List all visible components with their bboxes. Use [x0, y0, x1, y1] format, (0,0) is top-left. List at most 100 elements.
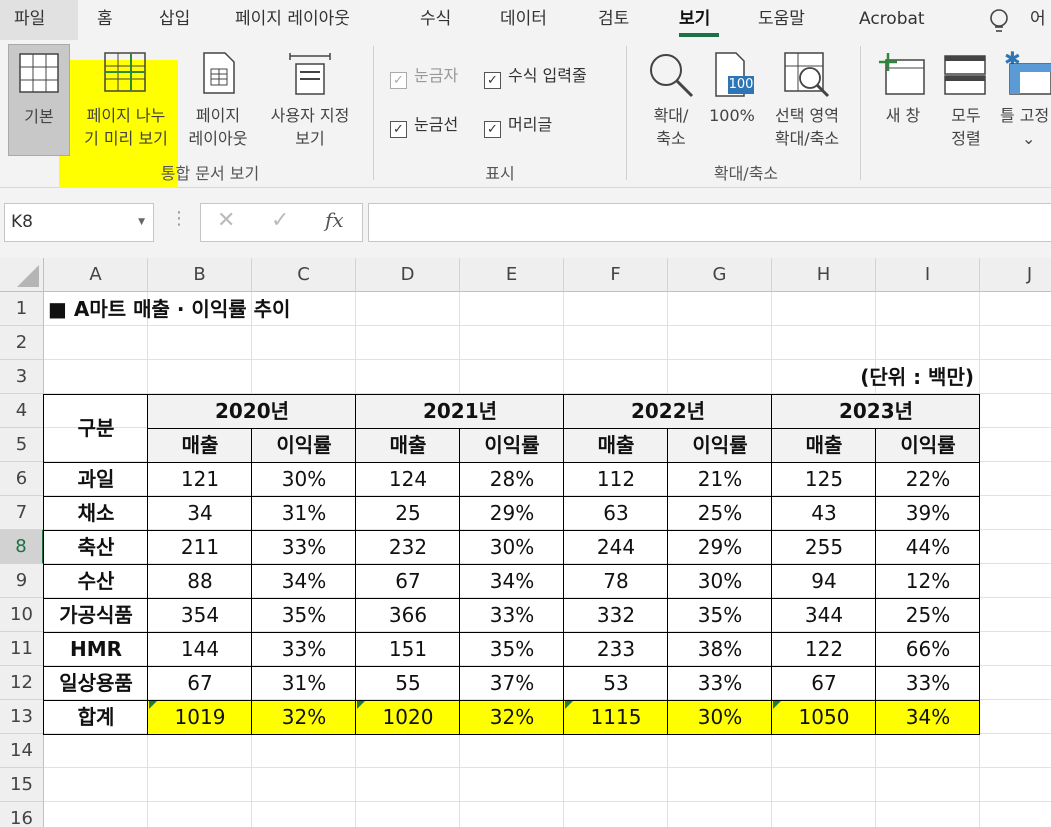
tab-home[interactable]: 홈	[97, 0, 113, 40]
category-cell[interactable]: 채소	[44, 496, 148, 530]
value-cell[interactable]: 33%	[668, 666, 772, 700]
value-cell[interactable]: 31%	[252, 666, 356, 700]
value-cell[interactable]: 53	[564, 666, 668, 700]
column-header-b[interactable]: B	[148, 258, 252, 292]
error-indicator-icon[interactable]	[149, 701, 157, 709]
total-value-cell[interactable]: 1019	[148, 700, 252, 734]
ruler-checkbox[interactable]: ✓ 눈금자	[390, 65, 458, 89]
value-cell[interactable]: 29%	[668, 530, 772, 564]
total-label[interactable]: 합계	[44, 700, 148, 734]
value-cell[interactable]: 332	[564, 598, 668, 632]
value-cell[interactable]: 25	[356, 496, 460, 530]
column-header-e[interactable]: E	[460, 258, 564, 292]
value-cell[interactable]: 25%	[876, 598, 980, 632]
row-header-15[interactable]: 15	[0, 768, 44, 802]
total-value-cell[interactable]: 1050	[772, 700, 876, 734]
value-cell[interactable]: 35%	[668, 598, 772, 632]
column-header-a[interactable]: A	[44, 258, 148, 292]
total-value-cell[interactable]: 32%	[252, 700, 356, 734]
sales-header[interactable]: 매출	[772, 428, 876, 462]
tab-file[interactable]: 파일	[14, 0, 45, 40]
row-header-11[interactable]: 11	[0, 632, 44, 666]
row-header-6[interactable]: 6	[0, 462, 44, 496]
column-header-f[interactable]: F	[564, 258, 668, 292]
year-header[interactable]: 2022년	[564, 394, 772, 428]
value-cell[interactable]: 31%	[252, 496, 356, 530]
value-cell[interactable]: 344	[772, 598, 876, 632]
value-cell[interactable]: 112	[564, 462, 668, 496]
value-cell[interactable]: 33%	[252, 530, 356, 564]
margin-header[interactable]: 이익률	[876, 428, 980, 462]
value-cell[interactable]: 34%	[252, 564, 356, 598]
value-cell[interactable]: 125	[772, 462, 876, 496]
category-cell[interactable]: 축산	[44, 530, 148, 564]
error-indicator-icon[interactable]	[773, 701, 781, 709]
row-header-3[interactable]: 3	[0, 360, 44, 394]
value-cell[interactable]: 366	[356, 598, 460, 632]
column-header-i[interactable]: I	[876, 258, 980, 292]
total-value-cell[interactable]: 32%	[460, 700, 564, 734]
value-cell[interactable]: 66%	[876, 632, 980, 666]
tab-page-layout[interactable]: 페이지 레이아웃	[235, 0, 350, 40]
value-cell[interactable]: 151	[356, 632, 460, 666]
value-cell[interactable]: 67	[148, 666, 252, 700]
name-box-dropdown-icon[interactable]: ▼	[138, 204, 145, 241]
value-cell[interactable]: 78	[564, 564, 668, 598]
zoom-button[interactable]: 확대/ 축소	[640, 44, 702, 156]
row-header-4[interactable]: 4	[0, 394, 44, 428]
value-cell[interactable]: 233	[564, 632, 668, 666]
row-header-8[interactable]: 8	[0, 530, 44, 564]
column-header-j[interactable]: J	[980, 258, 1051, 292]
value-cell[interactable]: 232	[356, 530, 460, 564]
error-indicator-icon[interactable]	[357, 701, 365, 709]
category-cell[interactable]: 과일	[44, 462, 148, 496]
value-cell[interactable]: 67	[772, 666, 876, 700]
value-cell[interactable]: 44%	[876, 530, 980, 564]
select-all-corner[interactable]	[0, 258, 44, 292]
value-cell[interactable]: 12%	[876, 564, 980, 598]
page-layout-view-button[interactable]: 페이지 레이아웃	[180, 44, 256, 156]
tab-data[interactable]: 데이터	[500, 0, 547, 40]
category-cell[interactable]: HMR	[44, 632, 148, 666]
value-cell[interactable]: 211	[148, 530, 252, 564]
year-header[interactable]: 2020년	[148, 394, 356, 428]
total-value-cell[interactable]: 34%	[876, 700, 980, 734]
value-cell[interactable]: 37%	[460, 666, 564, 700]
value-cell[interactable]: 28%	[460, 462, 564, 496]
value-cell[interactable]: 39%	[876, 496, 980, 530]
row-header-7[interactable]: 7	[0, 496, 44, 530]
value-cell[interactable]: 29%	[460, 496, 564, 530]
value-cell[interactable]: 34%	[460, 564, 564, 598]
row-header-13[interactable]: 13	[0, 700, 44, 734]
column-header-d[interactable]: D	[356, 258, 460, 292]
name-box[interactable]: K8 ▼	[4, 203, 154, 242]
row-header-9[interactable]: 9	[0, 564, 44, 598]
new-window-button[interactable]: 새 창	[870, 44, 936, 156]
row-header-5[interactable]: 5	[0, 428, 44, 462]
value-cell[interactable]: 35%	[460, 632, 564, 666]
row-header-16[interactable]: 16	[0, 802, 44, 827]
zoom-to-selection-button[interactable]: 선택 영역 확대/축소	[762, 44, 852, 156]
value-cell[interactable]: 255	[772, 530, 876, 564]
custom-views-button[interactable]: 사용자 지정 보기	[258, 44, 362, 156]
lightbulb-icon[interactable]	[988, 8, 1010, 34]
column-header-g[interactable]: G	[668, 258, 772, 292]
tab-review[interactable]: 검토	[598, 0, 629, 40]
value-cell[interactable]: 38%	[668, 632, 772, 666]
tab-formulas[interactable]: 수식	[420, 0, 451, 40]
value-cell[interactable]: 43	[772, 496, 876, 530]
normal-view-button[interactable]: 기본	[8, 44, 70, 156]
value-cell[interactable]: 88	[148, 564, 252, 598]
tab-acrobat[interactable]: Acrobat	[859, 0, 925, 40]
category-cell[interactable]: 가공식품	[44, 598, 148, 632]
value-cell[interactable]: 124	[356, 462, 460, 496]
margin-header[interactable]: 이익률	[668, 428, 772, 462]
category-cell[interactable]: 수산	[44, 564, 148, 598]
total-value-cell[interactable]: 1115	[564, 700, 668, 734]
tab-help[interactable]: 도움말	[758, 0, 805, 40]
value-cell[interactable]: 22%	[876, 462, 980, 496]
value-cell[interactable]: 30%	[668, 564, 772, 598]
value-cell[interactable]: 94	[772, 564, 876, 598]
tab-insert[interactable]: 삽입	[159, 0, 190, 40]
value-cell[interactable]: 30%	[252, 462, 356, 496]
